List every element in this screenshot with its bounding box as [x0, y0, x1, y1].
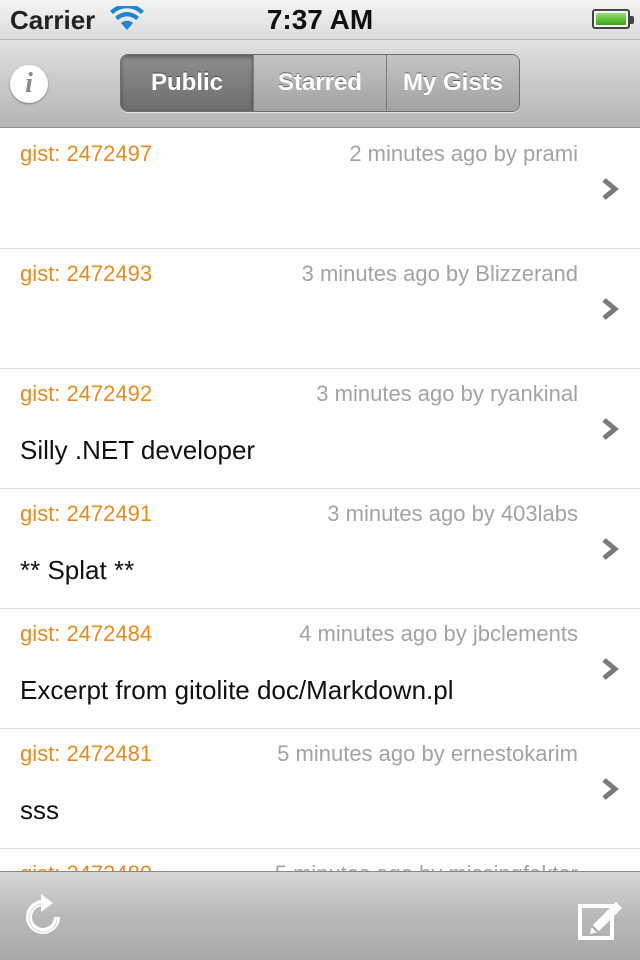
- gist-meta-label: 3 minutes ago by 403labs: [327, 501, 578, 526]
- gist-row[interactable]: gist: 2472480 5 minutes ago by missingfak…: [0, 849, 640, 871]
- gist-filter-segmented-control: Public Starred My Gists: [120, 54, 520, 112]
- gist-description: Silly .NET developer: [20, 435, 256, 465]
- chevron-right-icon: [602, 538, 619, 560]
- segment-starred[interactable]: Starred: [253, 55, 386, 111]
- battery-fill: [596, 13, 626, 25]
- bottom-toolbar: [0, 871, 640, 960]
- gist-row[interactable]: gist: 2472484 4 minutes ago by jbclements…: [0, 609, 640, 729]
- chevron-right-icon: [602, 178, 619, 200]
- gist-id-label: gist: 2472493: [20, 261, 153, 286]
- gist-meta-label: 3 minutes ago by ryankinal: [316, 381, 578, 406]
- gist-row[interactable]: gist: 2472497 2 minutes ago by prami: [0, 129, 640, 249]
- gist-row[interactable]: gist: 2472481 5 minutes ago by ernestokar…: [0, 729, 640, 849]
- gist-description: sss: [20, 795, 59, 825]
- gist-id-label: gist: 2472481: [20, 741, 153, 766]
- chevron-right-icon: [602, 298, 619, 320]
- gist-meta-label: 3 minutes ago by Blizzerand: [301, 261, 578, 286]
- gist-row[interactable]: gist: 2472491 3 minutes ago by 403labs ** …: [0, 489, 640, 609]
- info-button[interactable]: i: [10, 65, 48, 103]
- gist-list[interactable]: gist: 2472497 2 minutes ago by prami gist:…: [0, 129, 640, 871]
- compose-icon[interactable]: [578, 898, 624, 940]
- gist-id-label: gist: 2472491: [20, 501, 153, 526]
- gist-id-label: gist: 2472480: [20, 861, 152, 871]
- gist-row[interactable]: gist: 2472493 3 minutes ago by Blizzerand: [0, 249, 640, 369]
- gist-description: Excerpt from gitolite doc/Markdown.pl: [20, 675, 454, 705]
- gist-meta-label: 5 minutes ago by ernestokarim: [277, 741, 578, 766]
- chevron-right-icon: [602, 658, 619, 680]
- clock: 7:37 AM: [266, 4, 374, 35]
- gist-meta-label: 2 minutes ago by prami: [349, 141, 578, 166]
- battery-icon: [592, 9, 634, 29]
- chevron-right-icon: [602, 778, 619, 800]
- info-icon: i: [25, 68, 33, 99]
- gist-id-label: gist: 2472497: [20, 141, 153, 166]
- gist-description: ** Splat **: [20, 555, 135, 585]
- gist-meta-label: 4 minutes ago by jbclements: [299, 621, 578, 646]
- gist-id-label: gist: 2472492: [20, 381, 153, 406]
- chevron-right-icon: [602, 418, 619, 440]
- gist-meta-label: 5 minutes ago by missingfaktor: [275, 861, 578, 871]
- refresh-icon[interactable]: [22, 894, 64, 938]
- gist-id-label: gist: 2472484: [20, 621, 153, 646]
- segment-public[interactable]: Public: [121, 55, 253, 111]
- navigation-bar: i Public Starred My Gists: [0, 40, 640, 128]
- gist-row[interactable]: gist: 2472492 3 minutes ago by ryankinal S…: [0, 369, 640, 489]
- status-bar: Carrier 7:37 AM: [0, 0, 640, 40]
- segment-my-gists[interactable]: My Gists: [386, 55, 519, 111]
